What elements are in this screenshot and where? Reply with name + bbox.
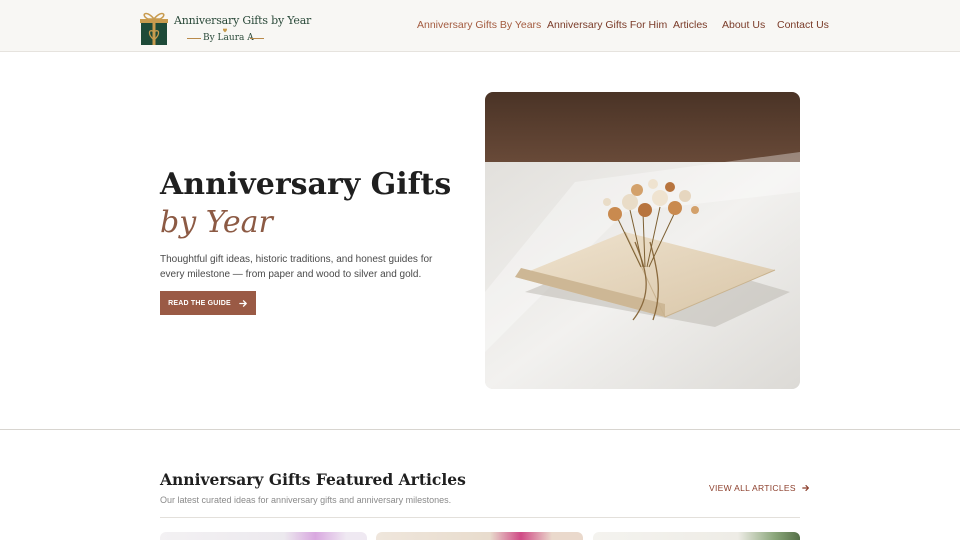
logo-title: Anniversary Gifts by Year [174, 14, 312, 27]
article-card-thumbnail[interactable] [160, 532, 367, 540]
nav-about-us[interactable]: About Us [722, 19, 765, 33]
arrow-right-icon [239, 299, 247, 307]
read-the-guide-button[interactable]: READ THE GUIDE [160, 291, 256, 315]
logo-divider-left [187, 38, 201, 39]
nav-anniversary-gifts-by-years[interactable]: Anniversary Gifts By Years [417, 19, 541, 33]
view-all-articles-link[interactable]: VIEW ALL ARTICLES [709, 483, 810, 493]
hero-title: Anniversary Gifts [160, 167, 452, 202]
hero-description: Thoughtful gift ideas, historic traditio… [160, 254, 433, 280]
hero-title-accent: by Year [160, 205, 273, 240]
site-logo[interactable]: Anniversary Gifts by Year By Laura A [137, 4, 311, 48]
arrow-right-icon [802, 485, 809, 491]
site-header: Anniversary Gifts by Year By Laura A Ann… [0, 0, 960, 52]
featured-articles-title: Anniversary Gifts Featured Articles [160, 470, 466, 489]
view-all-articles-label: VIEW ALL ARTICLES [709, 483, 796, 493]
read-the-guide-label: READ THE GUIDE [168, 299, 231, 307]
article-card-thumbnail[interactable] [593, 532, 800, 540]
gift-bouquet-photo [485, 92, 800, 389]
section-divider [0, 429, 960, 430]
article-card-thumbnail[interactable] [376, 532, 583, 540]
nav-anniversary-gifts-for-him[interactable]: Anniversary Gifts For Him [547, 19, 667, 33]
featured-divider [160, 517, 800, 518]
logo-subtitle: By Laura A [203, 33, 254, 43]
nav-contact-us[interactable]: Contact Us [777, 19, 829, 33]
featured-articles-subtitle: Our latest curated ideas for anniversary… [160, 495, 452, 505]
nav-articles[interactable]: Articles [673, 19, 707, 33]
hero-image [485, 92, 800, 389]
logo-divider-right [250, 38, 264, 39]
gift-box-icon [140, 12, 168, 45]
